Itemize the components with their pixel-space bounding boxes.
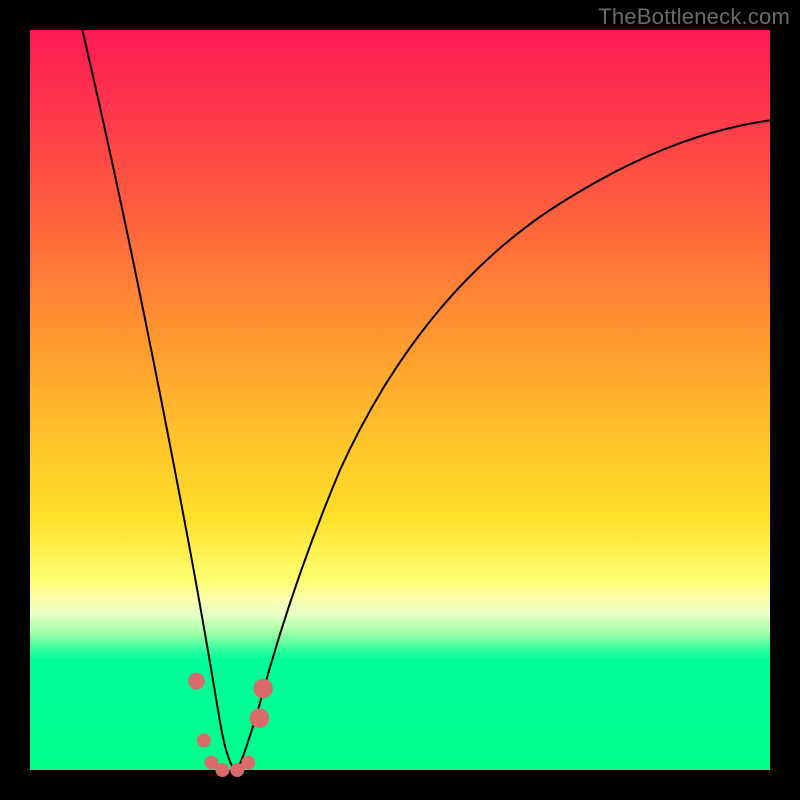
curve-marker bbox=[253, 679, 273, 699]
curve-marker bbox=[197, 733, 211, 747]
curve-right-branch bbox=[238, 120, 772, 768]
chart-frame: TheBottleneck.com bbox=[0, 0, 800, 800]
curve-marker bbox=[250, 708, 270, 728]
bottleneck-curve-svg bbox=[30, 30, 770, 770]
watermark-label: TheBottleneck.com bbox=[598, 4, 790, 30]
plot-area bbox=[30, 30, 770, 770]
curve-marker bbox=[241, 756, 255, 770]
curve-left-branch bbox=[80, 20, 233, 768]
curve-marker bbox=[215, 763, 229, 777]
curve-marker bbox=[188, 673, 205, 690]
